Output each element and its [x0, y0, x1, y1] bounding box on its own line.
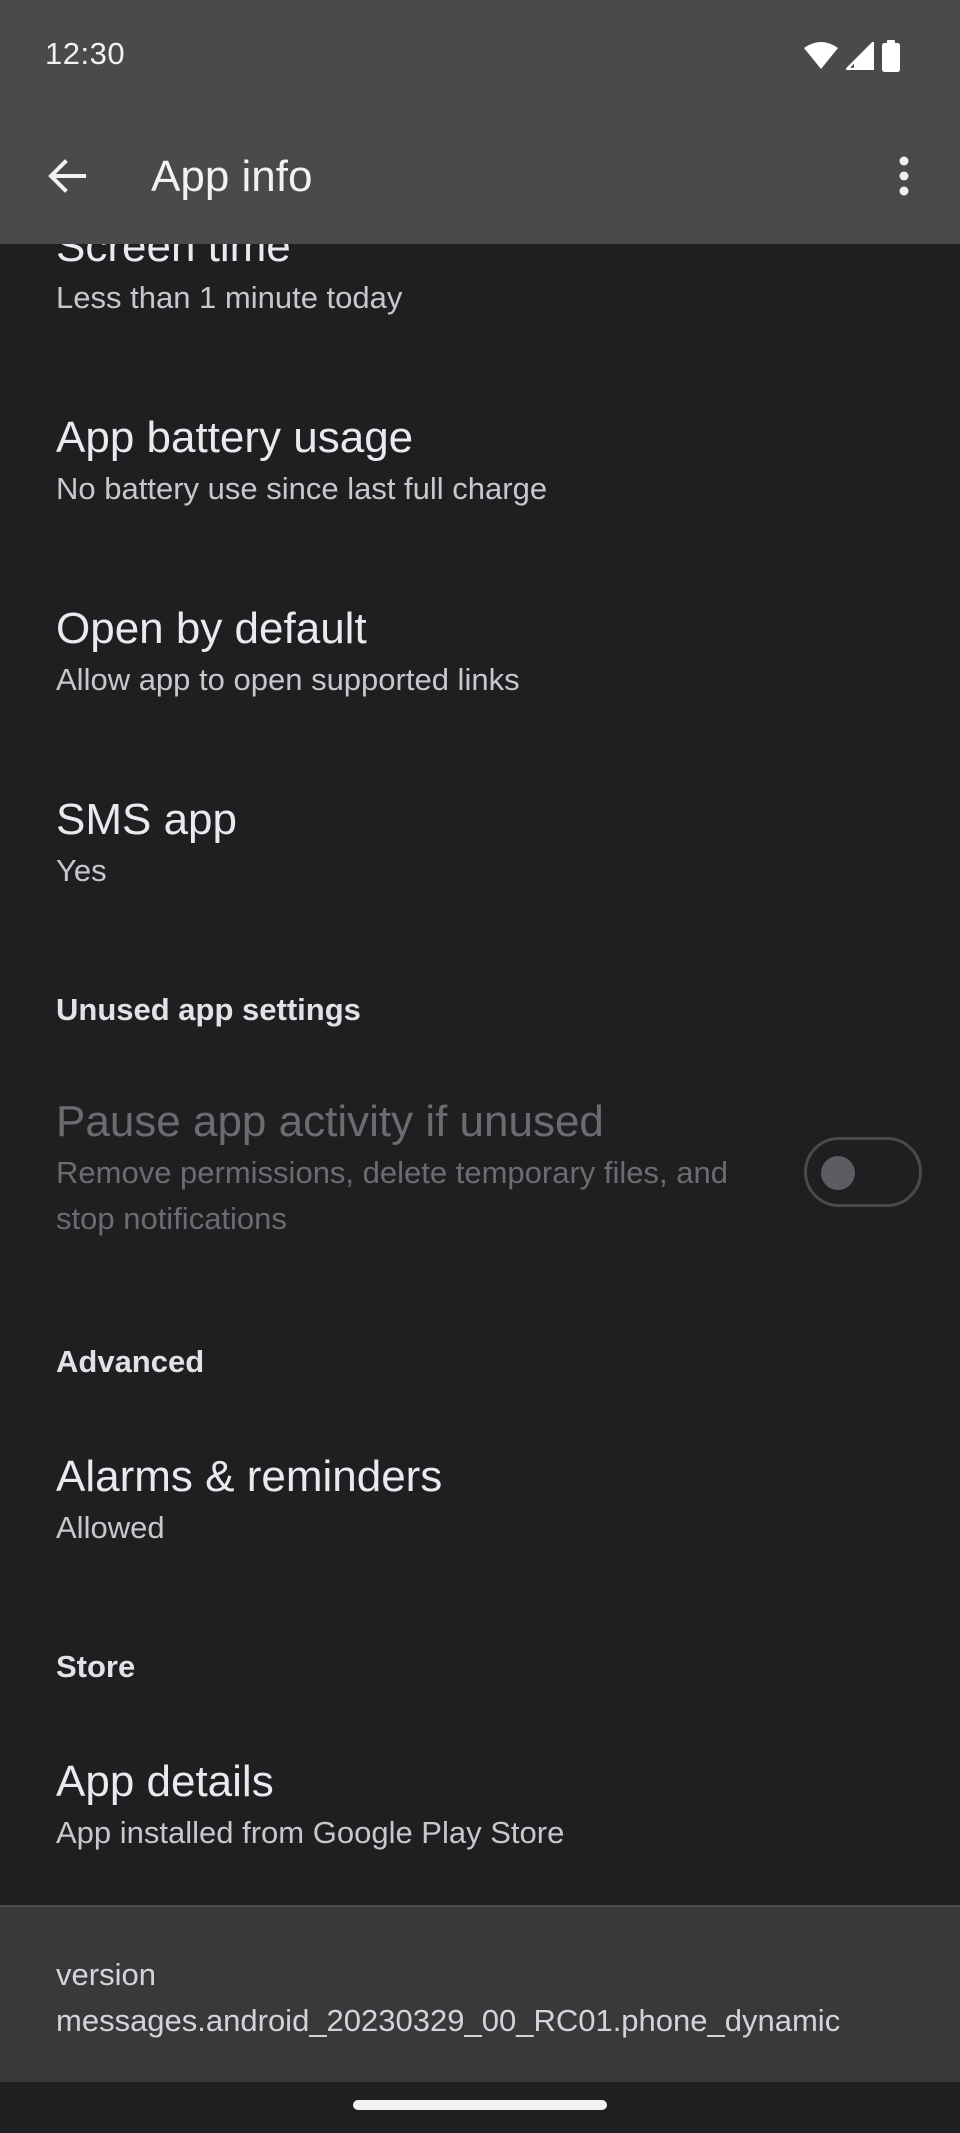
version-value: messages.android_20230329_00_RC01.phone_… [56, 2003, 841, 2038]
screen-time-item[interactable]: Screen time Less than 1 minute today [56, 244, 920, 321]
alarms-reminders-item[interactable]: Alarms & reminders Allowed [56, 1451, 920, 1551]
gesture-nav-handle[interactable] [353, 2100, 607, 2110]
app-details-item[interactable]: App details App installed from Google Pl… [56, 1756, 920, 1856]
back-button[interactable] [36, 150, 96, 206]
pause-app-activity-title: Pause app activity if unused [56, 1097, 604, 1146]
screen-time-subtitle: Less than 1 minute today [56, 280, 403, 315]
app-details-subtitle: App installed from Google Play Store [56, 1815, 565, 1850]
arrow-back-icon [46, 156, 86, 201]
app-bar: App info [0, 112, 960, 244]
alarms-reminders-subtitle: Allowed [56, 1510, 165, 1545]
sms-app-title: SMS app [56, 795, 237, 844]
app-battery-usage-title: App battery usage [56, 413, 414, 462]
version-label: version [56, 1957, 156, 1992]
more-vert-icon [898, 156, 910, 201]
pause-app-activity-item: Pause app activity if unused Remove perm… [56, 1096, 780, 1242]
sms-app-item[interactable]: SMS app Yes [56, 794, 920, 894]
alarms-reminders-title: Alarms & reminders [56, 1452, 443, 1501]
section-header-advanced: Advanced [56, 1344, 205, 1379]
open-by-default-item[interactable]: Open by default Allow app to open suppor… [56, 603, 920, 703]
app-details-title: App details [56, 1757, 274, 1806]
wifi-icon [804, 42, 838, 75]
app-battery-usage-subtitle: No battery use since last full charge [56, 471, 548, 506]
settings-list[interactable]: Screen time Less than 1 minute today App… [0, 244, 960, 1904]
status-icons [804, 39, 900, 77]
status-bar: 12:30 [0, 0, 960, 112]
screen-time-title: Screen time [56, 244, 291, 271]
open-by-default-title: Open by default [56, 604, 367, 653]
section-header-store: Store [56, 1649, 136, 1684]
app-battery-usage-item[interactable]: App battery usage No battery use since l… [56, 412, 920, 512]
pause-app-activity-toggle [804, 1137, 922, 1207]
section-header-unused-app-settings: Unused app settings [56, 992, 361, 1027]
toggle-knob [821, 1156, 855, 1190]
battery-icon [882, 40, 900, 77]
more-options-button[interactable] [876, 150, 932, 206]
page-title: App info [151, 152, 313, 201]
open-by-default-subtitle: Allow app to open supported links [56, 662, 520, 697]
cell-signal-icon [843, 39, 875, 75]
sms-app-subtitle: Yes [56, 853, 107, 888]
pause-app-activity-subtitle: Remove permissions, delete temporary fil… [56, 1155, 728, 1236]
status-time: 12:30 [45, 36, 126, 71]
version-panel: version messages.android_20230329_00_RC0… [0, 1905, 960, 2082]
